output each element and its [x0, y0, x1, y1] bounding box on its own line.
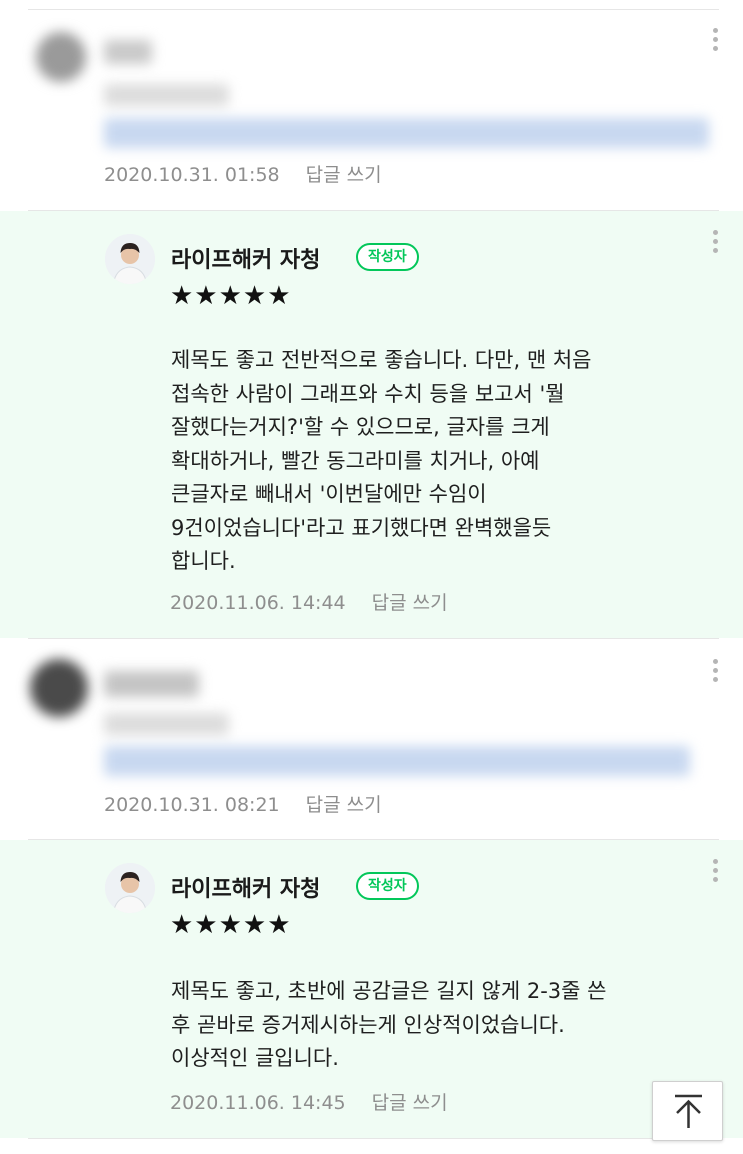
comment-meta: 2020.11.06. 14:45 답글 쓰기 — [170, 1088, 448, 1115]
author-reply-item: 라이프해커 자청 작성자 ★★★★★ 제목도 좋고 전반적으로 좋습니다. 다만… — [0, 211, 743, 638]
comment-text: 제목도 좋고 전반적으로 좋습니다. 다만, 맨 처음 접속한 사람이 그래프와… — [171, 348, 592, 573]
comment-date: 2020.11.06. 14:44 — [170, 592, 346, 614]
avatar — [105, 863, 155, 913]
kebab-menu-icon[interactable] — [710, 859, 720, 889]
comment-item: 2020.10.31. 08:21 답글 쓰기 — [0, 639, 743, 839]
author-name-blurred — [104, 40, 152, 64]
comment-text-blurred — [104, 118, 709, 148]
kebab-menu-icon[interactable] — [710, 28, 720, 58]
comment-date: 2020.11.06. 14:45 — [170, 1092, 346, 1114]
comment-meta: 2020.10.31. 01:58 답글 쓰기 — [104, 160, 382, 187]
comment-text: 제목도 좋고, 초반에 공감글은 길지 않게 2-3줄 쓴 후 곧바로 증거제시… — [171, 979, 607, 1070]
comment-item: 2020.10.31. 01:58 답글 쓰기 — [0, 10, 743, 210]
arrow-up-icon — [675, 1094, 702, 1128]
scroll-top-button[interactable] — [652, 1081, 723, 1141]
comment-text-blurred — [104, 746, 690, 776]
reply-button[interactable]: 답글 쓰기 — [372, 592, 448, 614]
reply-button[interactable]: 답글 쓰기 — [306, 164, 382, 186]
author-reply-item: 라이프해커 자청 작성자 ★★★★★ 제목도 좋고, 초반에 공감글은 길지 않… — [0, 840, 743, 1138]
avatar-blurred — [30, 659, 88, 717]
divider — [28, 1138, 719, 1139]
author-badge: 작성자 — [356, 243, 419, 271]
rating-blurred — [104, 84, 229, 106]
avatar-image — [105, 863, 155, 913]
author-badge: 작성자 — [356, 872, 419, 900]
author-name: 라이프해커 자청 — [171, 248, 321, 273]
comment-meta: 2020.10.31. 08:21 답글 쓰기 — [104, 790, 382, 817]
author-name: 라이프해커 자청 — [171, 877, 321, 902]
reply-button[interactable]: 답글 쓰기 — [306, 794, 382, 816]
avatar-image — [105, 234, 155, 284]
avatar — [105, 234, 155, 284]
avatar-blurred — [36, 32, 86, 82]
comment-meta: 2020.11.06. 14:44 답글 쓰기 — [170, 588, 448, 615]
rating-blurred — [104, 713, 229, 735]
comment-date: 2020.10.31. 01:58 — [104, 164, 280, 186]
reply-button[interactable]: 답글 쓰기 — [372, 1092, 448, 1114]
kebab-menu-icon[interactable] — [710, 230, 720, 260]
author-name-blurred — [104, 671, 199, 697]
comment-date: 2020.10.31. 08:21 — [104, 794, 280, 816]
rating-stars: ★★★★★ — [170, 281, 292, 311]
rating-stars: ★★★★★ — [170, 910, 292, 940]
kebab-menu-icon[interactable] — [710, 659, 720, 689]
